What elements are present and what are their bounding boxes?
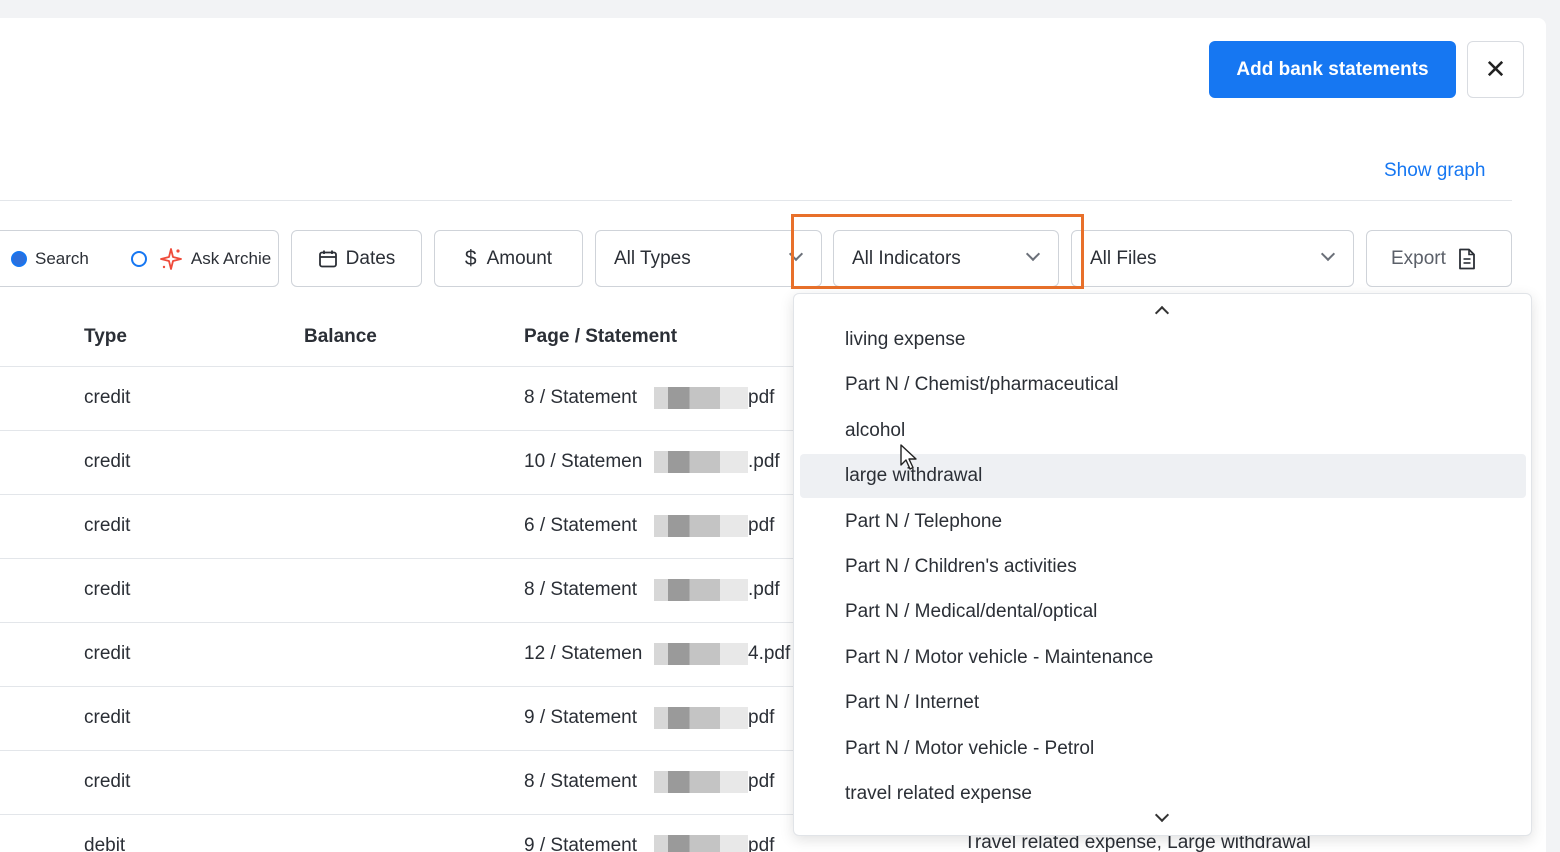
row-divider [0,494,795,495]
row-file-extension: pdf [748,515,775,536]
export-button[interactable]: Export [1366,230,1512,287]
divider [0,200,1512,201]
row-type: debit [84,835,126,852]
calendar-icon [318,249,338,269]
row-type: credit [84,707,131,728]
redacted-filename [654,835,748,852]
search-mode-toggle: Search Ask Archie [0,230,279,287]
row-page-statement[interactable]: 8 / Statement [524,579,637,601]
row-file-extension: pdf [748,707,775,728]
row-file-extension: .pdf [748,579,780,600]
indicator-option[interactable]: Part N / Motor vehicle - Petrol [800,727,1526,771]
row-divider [0,558,795,559]
row-page-statement[interactable]: 10 / Statemen [524,451,642,473]
redacted-filename [654,643,748,665]
dates-filter-button[interactable]: Dates [291,230,422,287]
chevron-down-icon [1025,246,1041,262]
redacted-filename [654,579,748,601]
indicator-option[interactable]: Part N / Medical/dental/optical [800,590,1526,634]
file-export-icon [1458,248,1476,270]
column-header-balance[interactable]: Balance [304,326,377,348]
row-page-statement[interactable]: 9 / Statement [524,835,637,852]
indicator-option[interactable]: Part N / Chemist/pharmaceutical [800,363,1526,407]
row-page-statement[interactable]: 12 / Statemen [524,643,642,665]
row-type: credit [84,387,131,408]
row-page-statement[interactable]: 8 / Statement [524,771,637,793]
indicator-option[interactable]: Part N / Internet [800,681,1526,725]
row-type: credit [84,515,131,536]
amount-filter-button[interactable]: $ Amount [434,230,583,287]
search-radio-label[interactable]: Search [35,249,89,269]
add-bank-statements-button[interactable]: Add bank statements [1209,41,1456,98]
row-page-statement[interactable]: 9 / Statement [524,707,637,729]
indicators-select-value: All Indicators [852,247,961,269]
files-select[interactable]: All Files [1071,230,1354,287]
column-header-type[interactable]: Type [84,326,127,348]
amount-label: Amount [486,247,553,269]
show-graph-link[interactable]: Show graph [1384,160,1485,182]
close-button[interactable]: ✕ [1467,41,1524,98]
row-divider [0,366,795,367]
row-type: credit [84,579,131,600]
indicator-option[interactable]: living expense [800,318,1526,362]
dollar-icon: $ [464,246,477,270]
redacted-filename [654,451,748,473]
ask-archie-label[interactable]: Ask Archie [191,249,271,269]
indicator-option[interactable]: Part N / Motor vehicle - Maintenance [800,636,1526,680]
types-select[interactable]: All Types [595,230,822,287]
row-file-extension: pdf [748,835,775,852]
ask-archie-radio[interactable] [130,250,147,267]
row-file-extension: 4.pdf [748,643,791,664]
indicator-option[interactable]: Part N / Children's activities [800,545,1526,589]
indicators-dropdown-menu[interactable]: living expense Part N / Chemist/pharmaceu… [793,293,1532,836]
row-divider [0,686,795,687]
sparkle-icon [159,247,183,271]
redacted-filename [654,515,748,537]
files-select-value: All Files [1090,247,1157,269]
row-divider [0,750,795,751]
row-divider [0,622,795,623]
row-page-statement[interactable]: 6 / Statement [524,515,637,537]
row-file-extension: .pdf [748,451,780,472]
row-type: credit [84,643,131,664]
chevron-down-icon [788,246,804,262]
column-header-page-statement[interactable]: Page / Statement [524,326,677,348]
chevron-down-icon [1320,246,1336,262]
row-page-statement[interactable]: 8 / Statement [524,387,637,409]
row-type: credit [84,771,131,792]
close-icon: ✕ [1484,54,1507,85]
row-file-extension: pdf [748,387,775,408]
redacted-filename [654,387,748,409]
export-label: Export [1391,247,1446,269]
indicators-select[interactable]: All Indicators [833,230,1059,287]
redacted-filename [654,771,748,793]
row-divider [0,814,795,815]
dates-label: Dates [345,247,396,269]
redacted-filename [654,707,748,729]
indicator-option[interactable]: Part N / Telephone [800,500,1526,544]
types-select-value: All Types [614,247,691,269]
search-radio[interactable] [11,250,27,267]
row-file-extension: pdf [748,771,775,792]
row-type: credit [84,451,131,472]
row-divider [0,430,795,431]
